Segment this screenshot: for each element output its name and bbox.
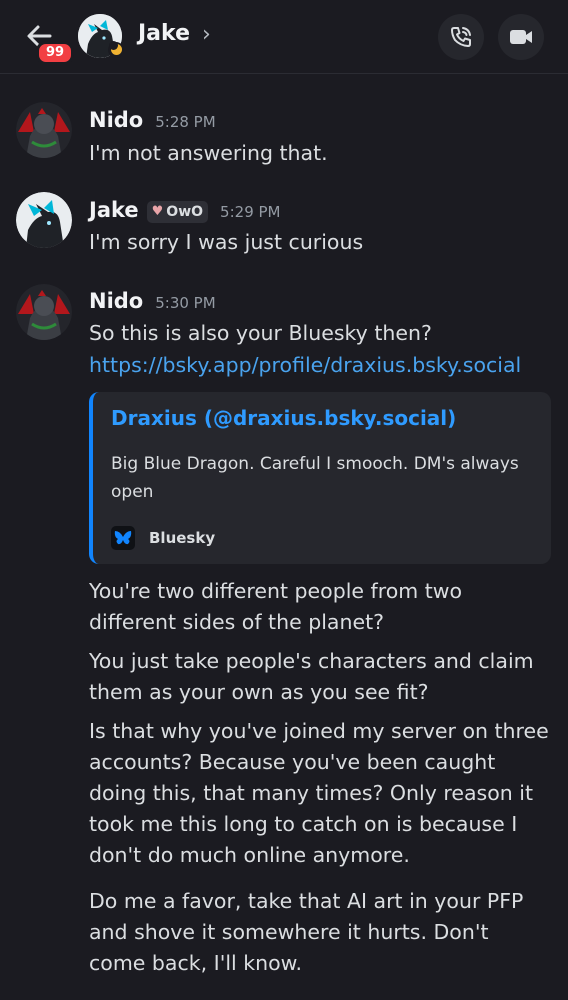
message-text: You're two different people from two dif… [89, 579, 463, 634]
profile-link[interactable]: https://bsky.app/profile/draxius.bsky.so… [89, 350, 549, 381]
phone-call-icon [451, 27, 471, 47]
message-text: I'm sorry I was just curious [89, 230, 364, 254]
author-name[interactable]: Nido [89, 289, 143, 313]
idle-status-icon [108, 41, 124, 58]
server-tag[interactable]: ♥ OwO [146, 200, 209, 223]
message-text: I'm not answering that. [89, 141, 328, 165]
timestamp: 5:28 PM [155, 113, 216, 131]
message-text: So this is also your Bluesky then? [89, 321, 432, 345]
embed-footer: Bluesky [111, 526, 215, 550]
video-call-button[interactable] [498, 14, 544, 60]
message-header: Nido 5:30 PM [89, 289, 216, 313]
author-name[interactable]: Jake [89, 198, 139, 222]
message-text: Do me a favor, take that AI art in your … [89, 889, 524, 975]
server-tag-label: OwO [166, 203, 204, 220]
avatar[interactable] [16, 284, 72, 340]
avatar[interactable] [16, 192, 72, 248]
bluesky-butterfly-icon [111, 526, 135, 550]
embed-title[interactable]: Draxius (@draxius.bsky.social) [111, 406, 456, 430]
author-name[interactable]: Nido [89, 108, 143, 132]
embed-description: Big Blue Dragon. Careful I smooch. DM's … [111, 454, 519, 502]
avatar[interactable] [16, 102, 72, 158]
timestamp: 5:29 PM [220, 203, 281, 221]
link-embed[interactable]: Draxius (@draxius.bsky.social) Big Blue … [89, 392, 551, 564]
chevron-right-icon[interactable]: › [202, 22, 211, 47]
video-camera-icon [510, 30, 532, 44]
channel-title[interactable]: Jake [138, 21, 190, 46]
dm-header: 99 Jake › [0, 0, 568, 74]
timestamp: 5:30 PM [155, 294, 216, 312]
embed-provider: Bluesky [149, 529, 216, 547]
message-text: Is that why you've joined my server on t… [89, 719, 549, 867]
voice-call-button[interactable] [438, 14, 484, 60]
message-header: Jake ♥ OwO 5:29 PM [89, 198, 281, 225]
unread-badge: 99 [36, 41, 75, 65]
message-text: You just take people's characters and cl… [89, 649, 534, 704]
message-header: Nido 5:28 PM [89, 108, 216, 132]
heart-icon: ♥ [151, 204, 164, 219]
